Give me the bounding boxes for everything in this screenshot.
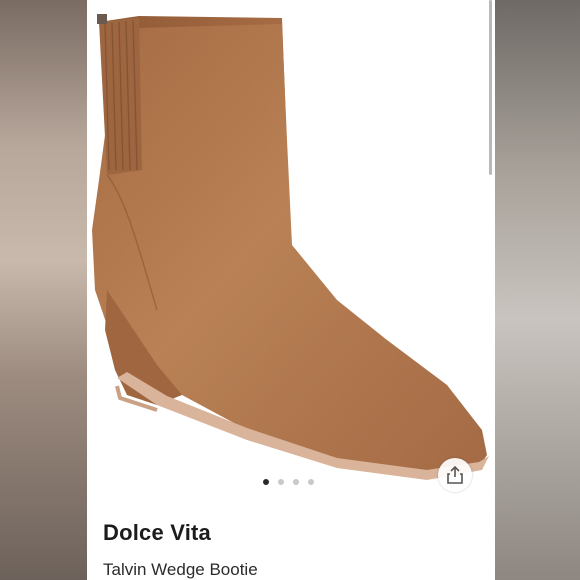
product-name: Talvin Wedge Bootie <box>103 560 258 579</box>
product-image[interactable] <box>87 0 495 490</box>
carousel-dot[interactable] <box>278 479 284 485</box>
scrollbar[interactable] <box>489 0 492 175</box>
share-button[interactable] <box>438 458 472 492</box>
product-screen: Dolce Vita Talvin Wedge Bootie <box>87 0 495 580</box>
blurred-backdrop-left <box>0 0 87 580</box>
share-icon <box>447 465 463 484</box>
blurred-backdrop-right <box>495 0 580 580</box>
carousel-dot[interactable] <box>308 479 314 485</box>
product-brand[interactable]: Dolce Vita <box>103 520 211 546</box>
carousel-dot[interactable] <box>293 479 299 485</box>
carousel-indicator <box>263 479 314 485</box>
carousel-dot[interactable] <box>263 479 269 485</box>
